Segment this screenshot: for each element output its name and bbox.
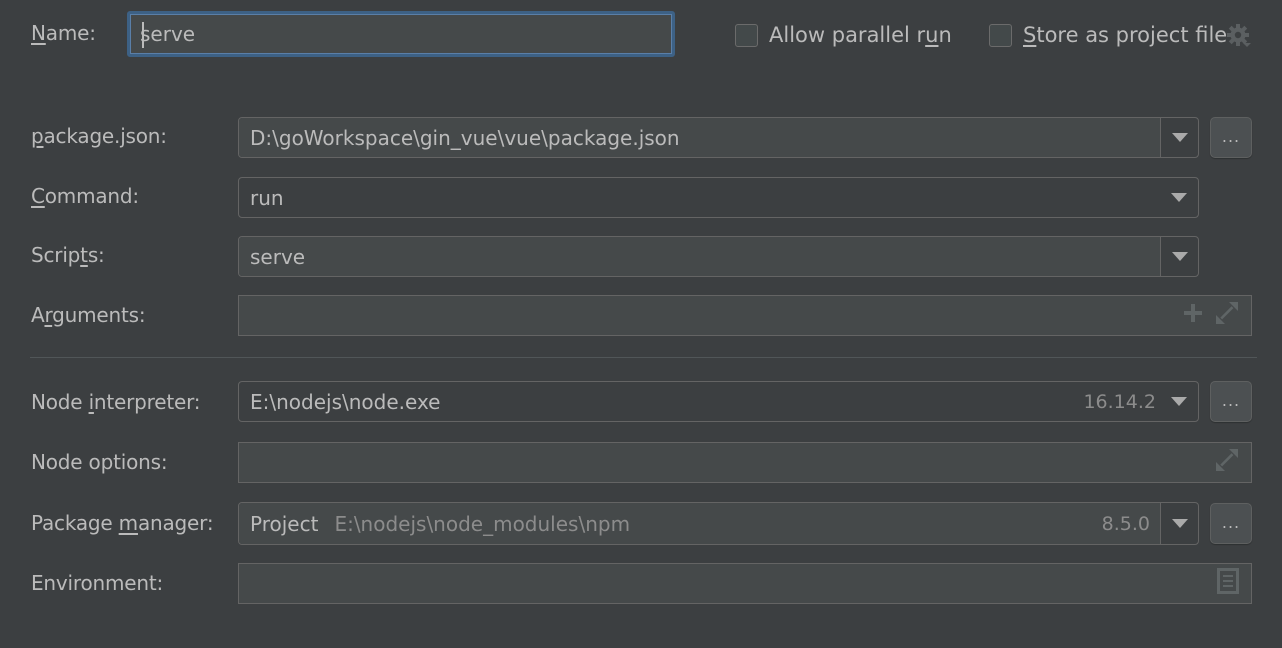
label-text: Allow parallel r: [769, 23, 926, 47]
checkbox-label: Allow parallel run: [769, 23, 952, 47]
document-list-icon[interactable]: [1217, 568, 1239, 599]
package-manager-dropdown-button[interactable]: [1160, 503, 1198, 544]
mnemonic: N: [31, 21, 46, 45]
plus-icon[interactable]: [1183, 303, 1203, 328]
field-icons: [1217, 564, 1239, 603]
node-options-input[interactable]: [238, 442, 1252, 483]
command-label: Command:: [31, 176, 139, 216]
command-combo[interactable]: run: [238, 177, 1199, 218]
label-text: Scrip: [31, 243, 81, 267]
label-text: A: [31, 303, 45, 327]
label-text: ame:: [45, 21, 96, 45]
chevron-down-icon: [1171, 193, 1187, 202]
section-divider: [30, 357, 1257, 358]
command-dropdown-button[interactable]: [1160, 178, 1198, 217]
name-label: Name:: [31, 13, 96, 53]
scripts-label: Scripts:: [31, 235, 105, 275]
gear-icon[interactable]: [1226, 23, 1252, 49]
chevron-down-icon: [1171, 397, 1187, 406]
checkbox-label: Store as project file: [1023, 23, 1227, 47]
name-value: serve: [140, 22, 196, 46]
node-options-label: Node options:: [31, 442, 168, 482]
scripts-value: serve: [250, 244, 306, 269]
node-interpreter-combo[interactable]: E:\nodejs\node.exe 16.14.2: [238, 381, 1199, 422]
focus-ring: [130, 14, 672, 54]
label-text: Node options:: [31, 450, 168, 474]
expand-icon[interactable]: [1215, 448, 1239, 477]
checkbox-box[interactable]: [735, 23, 758, 47]
package-manager-label: Package manager:: [31, 503, 214, 543]
chevron-down-icon: [1171, 519, 1188, 528]
chevron-down-icon: [1171, 133, 1188, 142]
mnemonic: t: [80, 243, 88, 267]
node-version: 16.14.2: [1083, 390, 1156, 413]
label-text: n: [938, 23, 952, 47]
package-json-browse-button[interactable]: ...: [1210, 117, 1252, 158]
mnemonic: C: [31, 184, 45, 208]
package-manager-selection: Project E:\nodejs\node_modules\npm: [250, 512, 630, 536]
chevron-down-icon: [1171, 252, 1188, 261]
node-interpreter-value: E:\nodejs\node.exe: [250, 389, 441, 414]
mnemonic: u: [925, 23, 939, 47]
label-text: Environment:: [31, 571, 164, 595]
package-manager-combo[interactable]: Project E:\nodejs\node_modules\npm 8.5.0: [238, 502, 1199, 545]
browse-label: ...: [1221, 127, 1241, 146]
command-selected: run: [239, 178, 1160, 217]
scripts-combo[interactable]: serve: [238, 236, 1199, 277]
scripts-input[interactable]: serve: [239, 237, 1160, 276]
package-manager-version: 8.5.0: [1101, 512, 1150, 535]
package-manager-value: Project: [250, 511, 319, 536]
arguments-input[interactable]: [238, 295, 1252, 336]
package-manager-input[interactable]: Project E:\nodejs\node_modules\npm 8.5.0: [239, 503, 1160, 544]
package-json-value: D:\goWorkspace\gin_vue\vue\package.json: [250, 125, 680, 150]
label-text: guments:: [52, 303, 146, 327]
mnemonic: S: [1023, 23, 1037, 47]
label-text: tore as project file: [1036, 23, 1228, 47]
field-icons: [1183, 296, 1239, 335]
package-json-combo[interactable]: D:\goWorkspace\gin_vue\vue\package.json: [238, 117, 1199, 158]
environment-input[interactable]: [238, 563, 1252, 604]
allow-parallel-run-checkbox[interactable]: Allow parallel run: [735, 18, 952, 52]
package-json-label: package.json:: [31, 116, 167, 156]
store-as-project-file-checkbox[interactable]: Store as project file: [989, 18, 1227, 52]
label-text: ommand:: [44, 184, 139, 208]
expand-icon[interactable]: [1215, 301, 1239, 330]
package-json-input[interactable]: D:\goWorkspace\gin_vue\vue\package.json: [239, 118, 1160, 157]
checkbox-box[interactable]: [989, 23, 1012, 47]
label-text: ackage.json:: [43, 124, 168, 148]
label-text: nterpreter:: [93, 390, 201, 414]
package-json-dropdown-button[interactable]: [1160, 118, 1198, 157]
node-interpreter-label: Node interpreter:: [31, 382, 201, 422]
label-text: Node: [31, 390, 89, 414]
package-manager-path: E:\nodejs\node_modules\npm: [334, 511, 631, 536]
node-interpreter-selected: E:\nodejs\node.exe 16.14.2: [239, 382, 1160, 421]
mnemonic: r: [44, 303, 53, 327]
name-input[interactable]: serve: [127, 11, 675, 57]
label-text: s:: [87, 243, 105, 267]
node-interpreter-dropdown-button[interactable]: [1160, 382, 1198, 421]
scripts-dropdown-button[interactable]: [1160, 237, 1198, 276]
command-value: run: [250, 185, 284, 210]
node-interpreter-browse-button[interactable]: ...: [1210, 381, 1252, 422]
package-manager-browse-button[interactable]: ...: [1210, 503, 1252, 544]
label-text: anager:: [137, 511, 214, 535]
field-icons: [1215, 443, 1239, 482]
mnemonic: p: [31, 124, 44, 148]
mnemonic: m: [118, 511, 139, 535]
text-caret: [142, 22, 144, 48]
browse-label: ...: [1221, 513, 1241, 532]
label-text: Package: [31, 511, 119, 535]
arguments-label: Arguments:: [31, 295, 146, 335]
environment-label: Environment:: [31, 563, 163, 603]
browse-label: ...: [1221, 391, 1241, 410]
